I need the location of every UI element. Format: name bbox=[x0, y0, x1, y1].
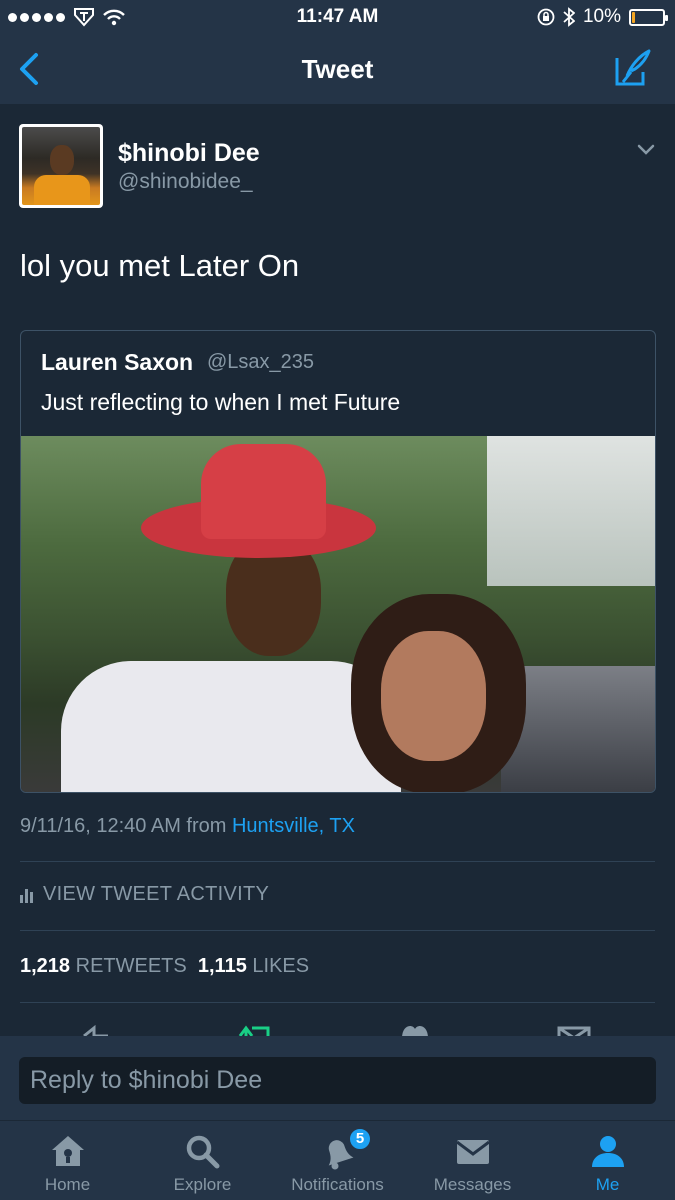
tab-home-label: Home bbox=[44, 1175, 91, 1194]
tab-me[interactable]: Me bbox=[540, 1121, 675, 1200]
chevron-down-icon[interactable] bbox=[637, 143, 655, 157]
tab-bar: Home Explore 5 Notifications Messages Me bbox=[0, 1120, 675, 1200]
compose-tweet-icon[interactable] bbox=[613, 48, 653, 88]
activity-label: VIEW TWEET ACTIVITY bbox=[43, 883, 270, 905]
divider bbox=[20, 930, 655, 931]
location-link[interactable]: Huntsville, TX bbox=[232, 815, 355, 837]
page-title: Tweet bbox=[301, 54, 374, 84]
envelope-icon bbox=[455, 1140, 490, 1164]
timestamp-text: 9/11/16, 12:40 AM from bbox=[20, 815, 227, 837]
quoted-tweet-photo[interactable] bbox=[21, 436, 655, 792]
avatar-shirt bbox=[34, 175, 90, 205]
divider bbox=[20, 861, 655, 862]
status-right: 10% bbox=[537, 6, 668, 28]
tab-messages-label: Messages bbox=[433, 1175, 512, 1194]
activity-bars-icon bbox=[20, 887, 33, 903]
tab-notifications[interactable]: 5 Notifications bbox=[270, 1121, 405, 1200]
battery-percent: 10% bbox=[582, 6, 621, 27]
person-icon bbox=[591, 1136, 624, 1167]
photo-woman-face bbox=[381, 631, 486, 761]
retweets-label[interactable]: RETWEETS bbox=[76, 955, 187, 977]
quoted-author-name: Lauren Saxon bbox=[41, 349, 194, 375]
author-avatar[interactable] bbox=[19, 124, 103, 208]
photo-man-jersey bbox=[61, 661, 401, 792]
quoted-author-handle: @Lsax_235 bbox=[207, 351, 315, 373]
tweet-text: lol you met Later On bbox=[20, 248, 300, 283]
likes-label[interactable]: LIKES bbox=[252, 955, 309, 977]
tab-explore-label: Explore bbox=[173, 1175, 232, 1194]
engagement-stats: 1,218 RETWEETS 1,115 LIKES bbox=[20, 955, 309, 978]
search-icon bbox=[186, 1135, 219, 1169]
quoted-tweet-text: Just reflecting to when I met Future bbox=[41, 389, 401, 415]
reply-input[interactable] bbox=[19, 1057, 656, 1104]
tweet-timestamp: 9/11/16, 12:40 AM from Huntsville, TX bbox=[20, 815, 355, 838]
battery-level bbox=[632, 11, 635, 23]
photo-red-hat-crown bbox=[201, 444, 326, 539]
bluetooth-icon bbox=[563, 7, 575, 27]
tab-explore[interactable]: Explore bbox=[135, 1121, 270, 1200]
tab-home[interactable]: Home bbox=[0, 1121, 135, 1200]
status-bar: 11:47 AM 10% bbox=[0, 0, 675, 34]
tab-me-label: Me bbox=[595, 1175, 620, 1194]
tab-messages[interactable]: Messages bbox=[405, 1121, 540, 1200]
rotation-lock-icon bbox=[537, 8, 555, 26]
divider bbox=[20, 1002, 655, 1003]
avatar-photo bbox=[22, 127, 100, 205]
notifications-badge: 5 bbox=[348, 1127, 372, 1151]
avatar-face bbox=[50, 145, 74, 175]
reply-bar bbox=[0, 1036, 675, 1120]
retweets-count[interactable]: 1,218 bbox=[20, 955, 70, 977]
likes-count[interactable]: 1,115 bbox=[198, 955, 247, 977]
quoted-tweet[interactable]: Lauren Saxon @Lsax_235 Just reflecting t… bbox=[20, 330, 656, 793]
photo-sky bbox=[487, 436, 655, 586]
author-handle[interactable]: @shinobidee_ bbox=[118, 170, 253, 194]
nav-bar: Tweet bbox=[0, 34, 675, 104]
author-name[interactable]: $hinobi Dee bbox=[118, 139, 260, 168]
home-icon bbox=[51, 1136, 84, 1166]
view-tweet-activity[interactable]: VIEW TWEET ACTIVITY bbox=[20, 883, 269, 906]
tab-notifications-label: Notifications bbox=[291, 1175, 384, 1194]
battery-icon bbox=[629, 8, 668, 26]
